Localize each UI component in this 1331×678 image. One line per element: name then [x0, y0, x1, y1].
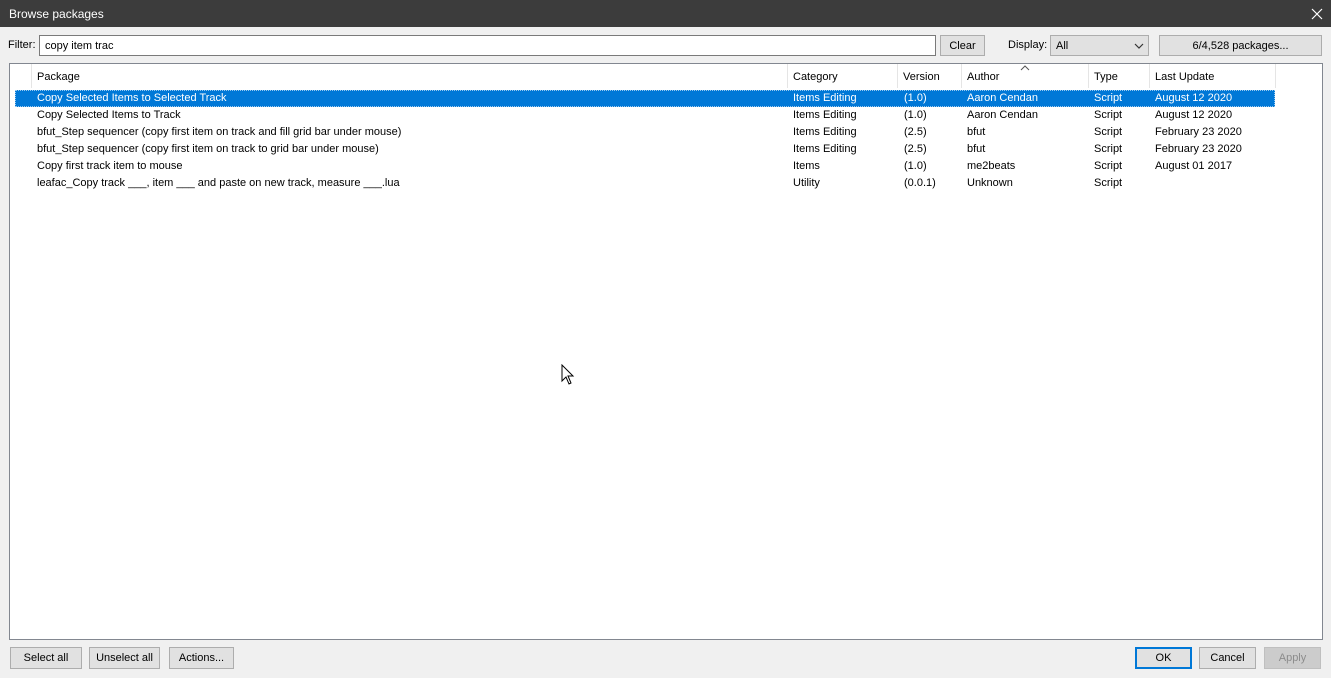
cell-category: Items Editing: [793, 92, 857, 104]
select-all-button[interactable]: Select all: [10, 647, 82, 669]
cell-last-update: August 01 2017: [1155, 160, 1233, 172]
cell-author: me2beats: [967, 160, 1016, 172]
cell-author: Aaron Cendan: [967, 92, 1038, 104]
sort-ascending-icon: [1020, 65, 1030, 71]
cell-package: Copy Selected Items to Track: [37, 109, 181, 121]
column-header-type-label: Type: [1094, 71, 1118, 83]
filter-input[interactable]: [39, 35, 936, 56]
chevron-down-icon: [1134, 43, 1144, 49]
actions-button[interactable]: Actions...: [169, 647, 234, 669]
cell-category: Items Editing: [793, 126, 857, 138]
cell-version: (1.0): [904, 160, 927, 172]
cell-package: bfut_Step sequencer (copy first item on …: [37, 143, 379, 155]
cancel-button[interactable]: Cancel: [1199, 647, 1256, 669]
display-label: Display:: [1008, 39, 1048, 51]
column-header-type[interactable]: Type: [1089, 64, 1150, 88]
title-bar: Browse packages: [0, 0, 1331, 27]
cell-category: Items: [793, 160, 820, 172]
column-header-version[interactable]: Version: [898, 64, 962, 88]
column-header-last-update-label: Last Update: [1155, 71, 1215, 83]
column-header-package[interactable]: Package: [32, 64, 788, 88]
cell-author: bfut: [967, 126, 986, 138]
column-header-last-update[interactable]: Last Update: [1150, 64, 1276, 88]
cell-package: bfut_Step sequencer (copy first item on …: [37, 126, 402, 138]
cell-author: Unknown: [967, 177, 1013, 189]
cell-last-update: February 23 2020: [1155, 126, 1242, 138]
close-icon: [1311, 8, 1323, 19]
cell-category: Items Editing: [793, 109, 857, 121]
filter-label: Filter:: [8, 39, 36, 51]
table-row[interactable]: Copy first track item to mouse Items (1.…: [15, 158, 1275, 175]
table-row[interactable]: bfut_Step sequencer (copy first item on …: [15, 124, 1275, 141]
cell-type: Script: [1094, 143, 1123, 155]
close-button[interactable]: [1303, 0, 1331, 27]
cell-type: Script: [1094, 92, 1123, 104]
table-row[interactable]: leafac_Copy track ___, item ___ and past…: [15, 175, 1275, 192]
list-header: Package Category Version Author Type Las…: [10, 64, 1322, 88]
cell-type: Script: [1094, 126, 1123, 138]
window-title: Browse packages: [9, 7, 104, 21]
packages-count-button[interactable]: 6/4,528 packages...: [1159, 35, 1322, 56]
cell-last-update: August 12 2020: [1155, 109, 1233, 121]
cell-version: (1.0): [904, 92, 927, 104]
cell-category: Items Editing: [793, 143, 857, 155]
cell-last-update: February 23 2020: [1155, 143, 1242, 155]
cell-category: Utility: [793, 177, 820, 189]
cell-author: Aaron Cendan: [967, 109, 1038, 121]
cell-package: Copy Selected Items to Selected Track: [37, 92, 227, 104]
cell-version: (2.5): [904, 126, 927, 138]
cell-author: bfut: [967, 143, 986, 155]
display-select[interactable]: All: [1050, 35, 1149, 56]
table-row[interactable]: Copy Selected Items to Track Items Editi…: [15, 107, 1275, 124]
cell-version: (1.0): [904, 109, 927, 121]
cell-version: (0.0.1): [904, 177, 936, 189]
cell-type: Script: [1094, 109, 1123, 121]
column-header-package-label: Package: [37, 71, 80, 83]
column-header-category[interactable]: Category: [788, 64, 898, 88]
column-header-author-label: Author: [967, 71, 1000, 83]
display-selected-value: All: [1056, 39, 1069, 52]
package-list[interactable]: Package Category Version Author Type Las…: [9, 63, 1323, 640]
clear-button[interactable]: Clear: [940, 35, 985, 56]
cell-package: leafac_Copy track ___, item ___ and past…: [37, 177, 400, 189]
column-header-checkbox[interactable]: [10, 64, 32, 88]
cell-version: (2.5): [904, 143, 927, 155]
column-header-category-label: Category: [793, 71, 838, 83]
table-row[interactable]: bfut_Step sequencer (copy first item on …: [15, 141, 1275, 158]
table-row[interactable]: Copy Selected Items to Selected Track It…: [15, 90, 1275, 107]
mouse-cursor-icon: [561, 364, 575, 385]
apply-button[interactable]: Apply: [1264, 647, 1321, 669]
cell-type: Script: [1094, 177, 1123, 189]
cell-package: Copy first track item to mouse: [37, 160, 183, 172]
column-header-version-label: Version: [903, 71, 940, 83]
unselect-all-button[interactable]: Unselect all: [89, 647, 160, 669]
ok-button[interactable]: OK: [1135, 647, 1192, 669]
cell-last-update: August 12 2020: [1155, 92, 1233, 104]
cell-type: Script: [1094, 160, 1123, 172]
